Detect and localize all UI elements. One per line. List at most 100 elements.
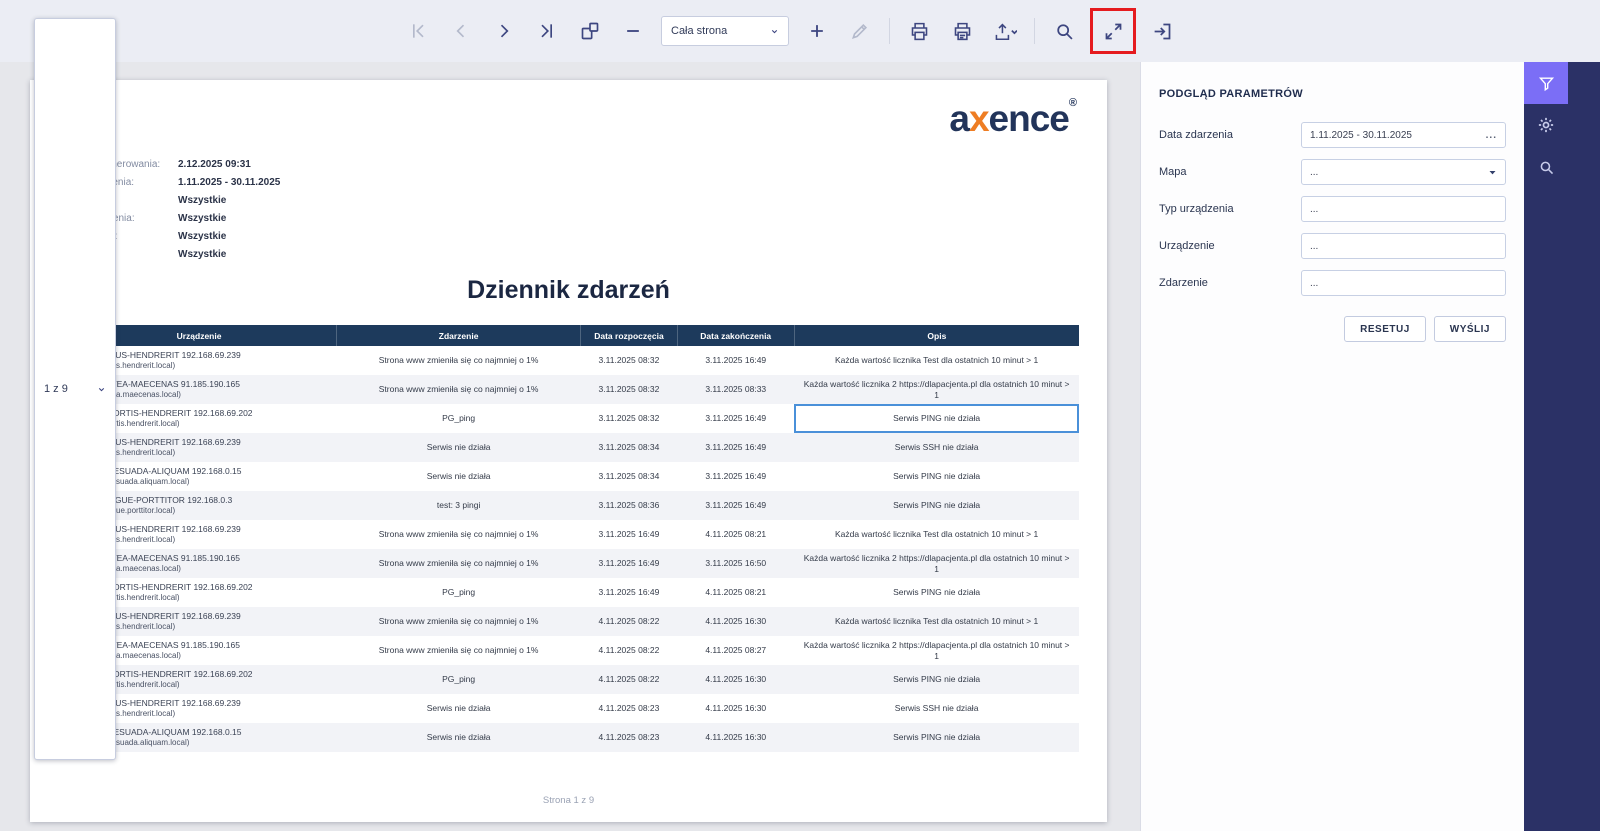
start-date-cell[interactable]: 4.11.2025 08:23 bbox=[581, 723, 678, 752]
start-date-cell[interactable]: 3.11.2025 16:49 bbox=[581, 520, 678, 549]
event-cell[interactable]: PG_ping bbox=[337, 578, 581, 607]
event-cell[interactable]: Serwis nie działa bbox=[337, 433, 581, 462]
description-cell[interactable]: Serwis PING nie działa bbox=[794, 404, 1079, 433]
report-page: axence® Data wygenerowania:2.12.2025 09:… bbox=[30, 80, 1107, 822]
description-cell[interactable]: Serwis SSH nie działa bbox=[794, 694, 1079, 723]
event-cell[interactable]: Strona www zmieniła się co najmniej o 1% bbox=[337, 346, 581, 375]
date-range-picker-button[interactable]: ... bbox=[1486, 130, 1497, 141]
reset-button[interactable]: RESETUJ bbox=[1344, 316, 1426, 342]
previous-page-button[interactable] bbox=[442, 12, 480, 50]
view-mode-button[interactable] bbox=[571, 12, 609, 50]
device-hostname: (malesuada.aliquam.local) bbox=[96, 477, 242, 487]
end-date-cell[interactable]: 4.11.2025 16:30 bbox=[677, 665, 794, 694]
next-page-button[interactable] bbox=[485, 12, 523, 50]
description-cell[interactable]: Każda wartość licznika Test dla ostatnic… bbox=[794, 607, 1079, 636]
fullscreen-button[interactable] bbox=[1094, 12, 1132, 50]
event-cell[interactable]: Serwis nie działa bbox=[337, 462, 581, 491]
description-cell[interactable]: Serwis SSH nie działa bbox=[794, 433, 1079, 462]
event-cell[interactable]: Strona www zmieniła się co najmniej o 1% bbox=[337, 549, 581, 578]
description-cell[interactable]: Każda wartość licznika Test dla ostatnic… bbox=[794, 520, 1079, 549]
filter-parameters-tab[interactable] bbox=[1524, 62, 1568, 104]
event-cell[interactable]: Serwis nie działa bbox=[337, 694, 581, 723]
start-date-cell[interactable]: 4.11.2025 08:22 bbox=[581, 665, 678, 694]
start-date-cell[interactable]: 3.11.2025 16:49 bbox=[581, 549, 678, 578]
start-date-cell[interactable]: 3.11.2025 08:32 bbox=[581, 375, 678, 404]
param-label-urzadzenie: Urządzenie bbox=[1159, 240, 1215, 252]
start-date-cell[interactable]: 3.11.2025 16:49 bbox=[581, 578, 678, 607]
print-button[interactable] bbox=[900, 12, 938, 50]
end-date-cell[interactable]: 4.11.2025 08:27 bbox=[677, 636, 794, 665]
column-header-description: Opis bbox=[794, 325, 1079, 346]
description-cell[interactable]: Każda wartość licznika 2 https://dlapacj… bbox=[794, 375, 1079, 404]
description-cell[interactable]: Serwis PING nie działa bbox=[794, 578, 1079, 607]
page-selector-dropdown[interactable]: 1 z 9 bbox=[34, 18, 116, 760]
start-date-cell[interactable]: 4.11.2025 08:22 bbox=[581, 636, 678, 665]
first-page-button[interactable] bbox=[399, 12, 437, 50]
end-date-cell[interactable]: 3.11.2025 16:49 bbox=[677, 491, 794, 520]
start-date-cell[interactable]: 3.11.2025 08:36 bbox=[581, 491, 678, 520]
plus-icon bbox=[807, 21, 827, 41]
zoom-in-button[interactable] bbox=[798, 12, 836, 50]
chevron-down-icon bbox=[770, 27, 779, 36]
exit-preview-button[interactable] bbox=[1143, 12, 1181, 50]
description-cell[interactable]: Serwis PING nie działa bbox=[794, 723, 1079, 752]
event-cell[interactable]: test: 3 pingi bbox=[337, 491, 581, 520]
param-label-mapa: Mapa bbox=[1159, 166, 1187, 178]
start-date-cell[interactable]: 4.11.2025 08:23 bbox=[581, 694, 678, 723]
description-cell[interactable]: Każda wartość licznika 2 https://dlapacj… bbox=[794, 549, 1079, 578]
edit-report-button[interactable] bbox=[841, 12, 879, 50]
device-hostname: (lobortis.hendrerit.local) bbox=[96, 680, 253, 690]
param-select-mapa[interactable]: ... bbox=[1301, 159, 1506, 185]
export-button[interactable] bbox=[986, 12, 1024, 50]
end-date-cell[interactable]: 3.11.2025 08:33 bbox=[677, 375, 794, 404]
param-input-urzadzenie[interactable]: ... bbox=[1301, 233, 1506, 259]
event-cell[interactable]: Strona www zmieniła się co najmniej o 1% bbox=[337, 636, 581, 665]
search-button[interactable] bbox=[1045, 12, 1083, 50]
start-date-cell[interactable]: 3.11.2025 08:34 bbox=[581, 462, 678, 491]
description-cell[interactable]: Serwis PING nie działa bbox=[794, 665, 1079, 694]
param-input-typ-urzadzenia[interactable]: ... bbox=[1301, 196, 1506, 222]
end-date-cell[interactable]: 4.11.2025 08:21 bbox=[677, 520, 794, 549]
start-date-cell[interactable]: 3.11.2025 08:32 bbox=[581, 404, 678, 433]
start-date-cell[interactable]: 4.11.2025 08:22 bbox=[581, 607, 678, 636]
end-date-cell[interactable]: 3.11.2025 16:50 bbox=[677, 549, 794, 578]
zoom-out-button[interactable] bbox=[614, 12, 652, 50]
start-date-cell[interactable]: 3.11.2025 08:32 bbox=[581, 346, 678, 375]
send-button[interactable]: WYŚLIJ bbox=[1434, 316, 1506, 342]
event-cell[interactable]: Strona www zmieniła się co najmniej o 1% bbox=[337, 375, 581, 404]
zoom-selector-dropdown[interactable]: Cała strona bbox=[661, 16, 789, 46]
device-name: LOBORTIS-HENDRERIT 192.168.69.202 bbox=[96, 408, 253, 419]
event-cell[interactable]: PG_ping bbox=[337, 404, 581, 433]
device-name: VARIUS-HENDRERIT 192.168.69.239 bbox=[96, 611, 241, 622]
settings-tab[interactable] bbox=[1524, 104, 1568, 146]
param-value-typ-urzadzenia: ... bbox=[1310, 204, 1318, 215]
table-row: PLATEA-MAECENAS 91.185.190.165 (platea.m… bbox=[62, 636, 1079, 665]
end-date-cell[interactable]: 3.11.2025 16:49 bbox=[677, 346, 794, 375]
description-cell[interactable]: Każda wartość licznika Test dla ostatnic… bbox=[794, 346, 1079, 375]
description-cell[interactable]: Serwis PING nie działa bbox=[794, 462, 1079, 491]
end-date-cell[interactable]: 4.11.2025 08:21 bbox=[677, 578, 794, 607]
param-input-data-zdarzenia[interactable]: 1.11.2025 - 30.11.2025 ... bbox=[1301, 122, 1506, 148]
print-with-settings-button[interactable] bbox=[943, 12, 981, 50]
last-page-button[interactable] bbox=[528, 12, 566, 50]
event-cell[interactable]: Strona www zmieniła się co najmniej o 1% bbox=[337, 607, 581, 636]
event-cell[interactable]: PG_ping bbox=[337, 665, 581, 694]
search-tab[interactable] bbox=[1524, 146, 1568, 188]
param-input-zdarzenie[interactable]: ... bbox=[1301, 270, 1506, 296]
end-date-cell[interactable]: 3.11.2025 16:49 bbox=[677, 404, 794, 433]
event-cell[interactable]: Strona www zmieniła się co najmniej o 1% bbox=[337, 520, 581, 549]
end-date-cell[interactable]: 4.11.2025 16:30 bbox=[677, 694, 794, 723]
table-row: MALESUADA-ALIQUAM 192.168.0.15 (malesuad… bbox=[62, 462, 1079, 491]
edit-icon bbox=[850, 21, 870, 41]
end-date-cell[interactable]: 4.11.2025 16:30 bbox=[677, 607, 794, 636]
event-cell[interactable]: Serwis nie działa bbox=[337, 723, 581, 752]
end-date-cell[interactable]: 3.11.2025 16:49 bbox=[677, 433, 794, 462]
device-hostname: (platea.maecenas.local) bbox=[96, 651, 240, 661]
description-cell[interactable]: Każda wartość licznika 2 https://dlapacj… bbox=[794, 636, 1079, 665]
table-row: LOBORTIS-HENDRERIT 192.168.69.202 (lobor… bbox=[62, 665, 1079, 694]
start-date-cell[interactable]: 3.11.2025 08:34 bbox=[581, 433, 678, 462]
end-date-cell[interactable]: 4.11.2025 16:30 bbox=[677, 723, 794, 752]
table-header-row: Urządzenie Zdarzenie Data rozpoczęcia Da… bbox=[62, 325, 1079, 346]
end-date-cell[interactable]: 3.11.2025 16:49 bbox=[677, 462, 794, 491]
description-cell[interactable]: Serwis PING nie działa bbox=[794, 491, 1079, 520]
